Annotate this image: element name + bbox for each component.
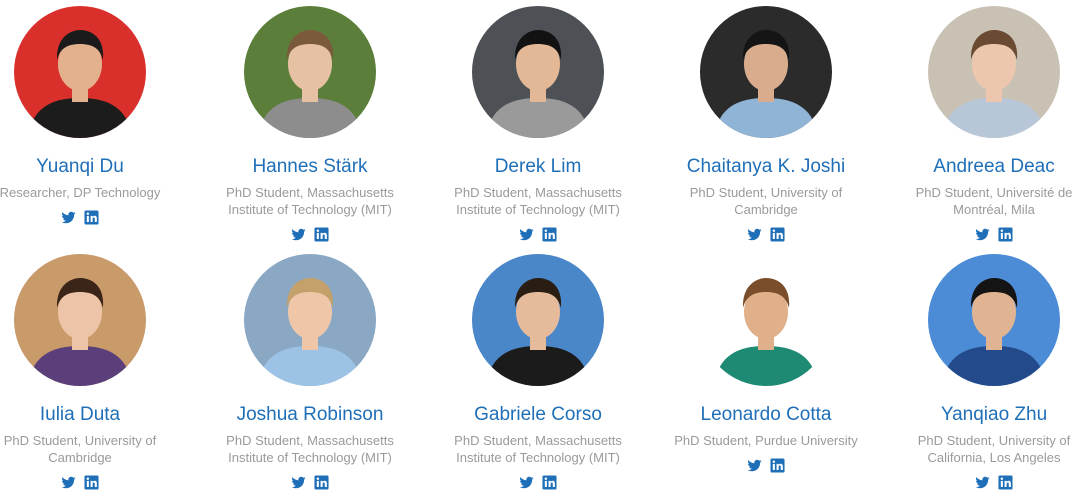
person-title: PhD Student, University of California, L… [917, 433, 1071, 465]
avatar [244, 254, 376, 386]
social-links [424, 473, 652, 491]
person-card: Derek Lim PhD Student, Massachusetts Ins… [424, 6, 652, 243]
person-card: Iulia Duta PhD Student, University of Ca… [0, 254, 194, 491]
person-name[interactable]: Gabriele Corso [424, 404, 652, 426]
person-title: PhD Student, Massachusetts Institute of … [454, 185, 622, 217]
social-links [880, 473, 1080, 491]
social-links [652, 225, 880, 243]
linkedin-icon[interactable] [998, 226, 1013, 242]
avatar [700, 6, 832, 138]
person-name[interactable]: Chaitanya K. Joshi [652, 156, 880, 178]
twitter-icon[interactable] [291, 227, 306, 242]
person-name[interactable]: Iulia Duta [0, 404, 194, 426]
linkedin-icon[interactable] [84, 474, 99, 490]
person-title: PhD Student, Massachusetts Institute of … [226, 185, 394, 217]
person-card: Chaitanya K. Joshi PhD Student, Universi… [652, 6, 880, 243]
person-title: PhD Student, Massachusetts Institute of … [454, 433, 622, 465]
person-card: Leonardo Cotta PhD Student, Purdue Unive… [652, 254, 880, 474]
twitter-icon[interactable] [747, 227, 762, 242]
social-links [0, 208, 194, 226]
social-links [196, 473, 424, 491]
avatar [14, 6, 146, 138]
person-name[interactable]: Yanqiao Zhu [880, 404, 1080, 426]
twitter-icon[interactable] [519, 475, 534, 490]
person-card: Yanqiao Zhu PhD Student, University of C… [880, 254, 1080, 491]
twitter-icon[interactable] [747, 458, 762, 473]
avatar [700, 254, 832, 386]
person-name[interactable]: Andreea Deac [880, 156, 1080, 178]
avatar [928, 6, 1060, 138]
linkedin-icon[interactable] [770, 226, 785, 242]
person-title: Researcher, DP Technology [0, 185, 161, 200]
linkedin-icon[interactable] [314, 226, 329, 242]
twitter-icon[interactable] [291, 475, 306, 490]
linkedin-icon[interactable] [314, 474, 329, 490]
person-title: PhD Student, Massachusetts Institute of … [226, 433, 394, 465]
linkedin-icon[interactable] [84, 209, 99, 225]
person-name[interactable]: Yuanqi Du [0, 156, 194, 178]
social-links [880, 225, 1080, 243]
person-title: PhD Student, University of Cambridge [3, 433, 157, 465]
social-links [0, 473, 194, 491]
social-links [196, 225, 424, 243]
person-name[interactable]: Hannes Stärk [196, 156, 424, 178]
twitter-icon[interactable] [975, 227, 990, 242]
social-links [424, 225, 652, 243]
avatar [14, 254, 146, 386]
person-title: PhD Student, Université de Montréal, Mil… [915, 185, 1073, 217]
linkedin-icon[interactable] [542, 226, 557, 242]
person-name[interactable]: Joshua Robinson [196, 404, 424, 426]
avatar [244, 6, 376, 138]
twitter-icon[interactable] [975, 475, 990, 490]
person-card: Yuanqi Du Researcher, DP Technology [0, 6, 194, 226]
person-card: Gabriele Corso PhD Student, Massachusett… [424, 254, 652, 491]
linkedin-icon[interactable] [998, 474, 1013, 490]
person-card: Joshua Robinson PhD Student, Massachuset… [196, 254, 424, 491]
person-name[interactable]: Leonardo Cotta [652, 404, 880, 426]
twitter-icon[interactable] [519, 227, 534, 242]
avatar [472, 6, 604, 138]
person-name[interactable]: Derek Lim [424, 156, 652, 178]
social-links [652, 456, 880, 474]
person-card: Hannes Stärk PhD Student, Massachusetts … [196, 6, 424, 243]
avatar [928, 254, 1060, 386]
person-title: PhD Student, Purdue University [674, 433, 858, 448]
linkedin-icon[interactable] [770, 457, 785, 473]
linkedin-icon[interactable] [542, 474, 557, 490]
people-grid: Yuanqi Du Researcher, DP Technology Hann… [0, 0, 1080, 501]
avatar [472, 254, 604, 386]
person-title: PhD Student, University of Cambridge [689, 185, 843, 217]
twitter-icon[interactable] [61, 210, 76, 225]
twitter-icon[interactable] [61, 475, 76, 490]
person-card: Andreea Deac PhD Student, Université de … [880, 6, 1080, 243]
